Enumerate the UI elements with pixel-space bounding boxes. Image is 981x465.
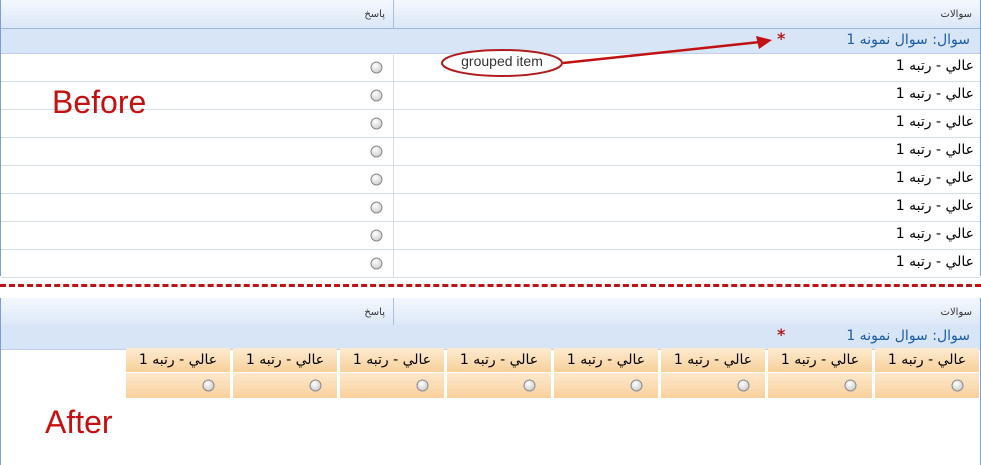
option-label: عالي - رتبه 1: [895, 114, 974, 130]
questions-header-label: سوالات: [940, 307, 972, 318]
option-label: عالي - رتبه 1: [554, 348, 658, 373]
option-label: عالي - رتبه 1: [895, 170, 974, 186]
option-row: عالي - رتبه 1: [1, 109, 980, 138]
before-label: Before: [52, 84, 147, 120]
option-radio[interactable]: [309, 379, 322, 392]
before-panel: سوالات پاسخ * سوال: سوال نمونه 1 عالي - …: [0, 0, 981, 278]
option-cell: عالي - رتبه 1: [447, 348, 551, 398]
option-label: عالي - رتبه 1: [895, 58, 974, 74]
option-radio[interactable]: [370, 257, 383, 270]
option-row: عالي - رتبه 1: [1, 81, 980, 110]
option-radio[interactable]: [370, 89, 383, 102]
question-row: * سوال: سوال نمونه 1: [1, 325, 980, 350]
option-radio-area: [661, 373, 765, 398]
column-divider: [393, 221, 394, 249]
option-radio[interactable]: [737, 379, 750, 392]
option-radio-area: [233, 373, 337, 398]
option-radio-area: [126, 373, 230, 398]
answer-column-header[interactable]: پاسخ: [1, 298, 393, 326]
option-radio-area: [554, 373, 658, 398]
option-cell: عالي - رتبه 1: [554, 348, 658, 398]
option-label: عالي - رتبه 1: [661, 348, 765, 373]
option-label: عالي - رتبه 1: [895, 86, 974, 102]
question-title: سوال: سوال نمونه 1: [846, 328, 970, 344]
grid-header: سوالات پاسخ: [1, 298, 980, 327]
option-row: عالي - رتبه 1: [1, 193, 980, 222]
column-divider: [393, 109, 394, 137]
option-cell: عالي - رتبه 1: [340, 348, 444, 398]
option-radio[interactable]: [523, 379, 536, 392]
column-divider: [393, 165, 394, 193]
column-divider: [393, 249, 394, 277]
option-cell: عالي - رتبه 1: [233, 348, 337, 398]
option-row: عالي - رتبه 1: [1, 221, 980, 250]
option-radio-area: [875, 373, 979, 398]
column-divider: [393, 137, 394, 165]
option-radio[interactable]: [370, 145, 383, 158]
callout-text: grouped item: [461, 53, 543, 69]
option-radio[interactable]: [951, 379, 964, 392]
answer-header-label: پاسخ: [364, 307, 385, 318]
option-label: عالي - رتبه 1: [233, 348, 337, 373]
option-radio-area: [340, 373, 444, 398]
after-label: After: [45, 404, 113, 440]
option-label: عالي - رتبه 1: [340, 348, 444, 373]
option-label: عالي - رتبه 1: [895, 142, 974, 158]
option-radio[interactable]: [370, 173, 383, 186]
option-radio[interactable]: [370, 61, 383, 74]
option-radio[interactable]: [202, 379, 215, 392]
question-title: سوال: سوال نمونه 1: [846, 32, 970, 48]
option-radio[interactable]: [416, 379, 429, 392]
answer-column-header[interactable]: پاسخ: [1, 0, 393, 28]
callout-arrow: [562, 36, 772, 65]
answer-header-label: پاسخ: [364, 9, 385, 20]
option-label: عالي - رتبه 1: [768, 348, 872, 373]
option-label: عالي - رتبه 1: [126, 348, 230, 373]
option-radio[interactable]: [844, 379, 857, 392]
option-label: عالي - رتبه 1: [895, 226, 974, 242]
option-radio[interactable]: [370, 117, 383, 130]
column-divider: [393, 81, 394, 109]
option-cell: عالي - رتبه 1: [126, 348, 230, 398]
column-divider: [393, 193, 394, 221]
questions-column-header[interactable]: سوالات: [393, 0, 980, 28]
option-radio[interactable]: [370, 201, 383, 214]
questions-column-header[interactable]: سوالات: [393, 298, 980, 326]
option-row: عالي - رتبه 1: [1, 137, 980, 166]
option-label: عالي - رتبه 1: [447, 348, 551, 373]
grid-header: سوالات پاسخ: [1, 0, 980, 29]
option-radio[interactable]: [370, 229, 383, 242]
option-radio-area: [447, 373, 551, 398]
question-text: سوال نمونه 1: [846, 32, 928, 48]
option-cell: عالي - رتبه 1: [768, 348, 872, 398]
option-row: عالي - رتبه 1: [1, 249, 980, 278]
option-row: عالي - رتبه 1: [1, 165, 980, 194]
option-label: عالي - رتبه 1: [895, 198, 974, 214]
option-cell: عالي - رتبه 1: [661, 348, 765, 398]
option-radio-area: [768, 373, 872, 398]
question-prefix: سوال:: [932, 32, 970, 48]
questions-header-label: سوالات: [940, 9, 972, 20]
question-prefix: سوال:: [932, 328, 970, 344]
option-cell: عالي - رتبه 1: [875, 348, 979, 398]
option-label: عالي - رتبه 1: [895, 254, 974, 270]
option-radio[interactable]: [630, 379, 643, 392]
column-divider: [393, 53, 394, 81]
separator-dashed-line: [0, 284, 981, 287]
question-text: سوال نمونه 1: [846, 328, 928, 344]
required-asterisk: *: [777, 325, 786, 344]
option-label: عالي - رتبه 1: [875, 348, 979, 373]
